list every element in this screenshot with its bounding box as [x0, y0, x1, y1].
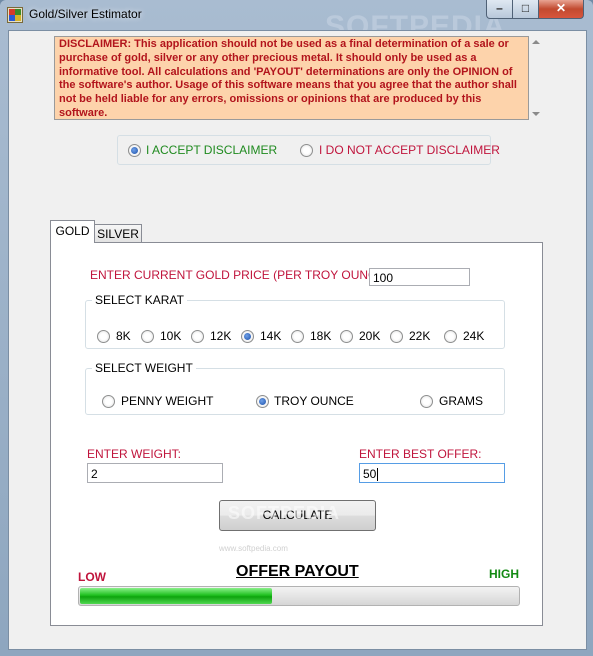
app-icon[interactable] — [7, 7, 23, 23]
gold-price-input[interactable]: 100 — [369, 268, 470, 286]
scroll-down-icon[interactable] — [532, 112, 540, 116]
weight-label: ENTER WEIGHT: — [87, 447, 182, 461]
offer-payout-title: OFFER PAYOUT — [236, 563, 359, 580]
gold-price-label: ENTER CURRENT GOLD PRICE (PER TROY OUNCE… — [90, 268, 393, 282]
karat-group: SELECT KARAT 8K 10K 12K 14K 18K 20K 22K … — [85, 293, 505, 349]
minimize-icon: – — [496, 1, 503, 15]
client-area: DISCLAIMER: This application should not … — [8, 30, 587, 650]
troy-ounce-radio[interactable] — [256, 395, 269, 408]
karat-10k-radio[interactable] — [141, 330, 154, 343]
payout-low-label: LOW — [78, 570, 106, 584]
accept-radio[interactable] — [128, 144, 141, 157]
karat-18k-label[interactable]: 18K — [310, 329, 331, 343]
decline-radio[interactable] — [300, 144, 313, 157]
weight-group: SELECT WEIGHT PENNY WEIGHT TROY OUNCE GR… — [85, 361, 505, 415]
grams-label[interactable]: GRAMS — [439, 394, 483, 408]
grams-radio[interactable] — [420, 395, 433, 408]
app-window: Gold/Silver Estimator SOFTPEDIA – □ ✕ DI… — [0, 0, 593, 656]
payout-progress-fill — [80, 588, 272, 604]
text-caret — [377, 468, 379, 482]
karat-18k-radio[interactable] — [291, 330, 304, 343]
penny-weight-label[interactable]: PENNY WEIGHT — [121, 394, 213, 408]
minimize-button[interactable]: – — [486, 0, 513, 19]
maximize-button[interactable]: □ — [512, 0, 539, 19]
karat-14k-radio[interactable] — [241, 330, 254, 343]
tab-silver[interactable]: SILVER — [94, 224, 142, 244]
disclaimer-scrollbar[interactable] — [529, 36, 544, 120]
karat-22k-radio[interactable] — [390, 330, 403, 343]
scroll-up-icon[interactable] — [532, 40, 540, 44]
karat-8k-radio[interactable] — [97, 330, 110, 343]
karat-22k-label[interactable]: 22K — [409, 329, 430, 343]
decline-label[interactable]: I DO NOT ACCEPT DISCLAIMER — [319, 143, 500, 157]
karat-24k-label[interactable]: 24K — [463, 329, 484, 343]
weight-input[interactable]: 2 — [87, 463, 223, 483]
payout-progress-bar — [78, 586, 520, 606]
tab-gold[interactable]: GOLD — [50, 220, 95, 243]
karat-14k-label[interactable]: 14K — [260, 329, 281, 343]
site-watermark: www.softpedia.com — [219, 544, 288, 553]
karat-group-title: SELECT KARAT — [92, 293, 187, 307]
karat-20k-radio[interactable] — [340, 330, 353, 343]
karat-20k-label[interactable]: 20K — [359, 329, 380, 343]
karat-8k-label[interactable]: 8K — [116, 329, 131, 343]
troy-ounce-label[interactable]: TROY OUNCE — [274, 394, 354, 408]
disclaimer-choice-group: I ACCEPT DISCLAIMER I DO NOT ACCEPT DISC… — [117, 135, 500, 165]
maximize-icon: □ — [521, 1, 530, 15]
window-title: Gold/Silver Estimator — [29, 7, 142, 21]
karat-12k-radio[interactable] — [191, 330, 204, 343]
accept-label[interactable]: I ACCEPT DISCLAIMER — [146, 143, 277, 157]
close-button[interactable]: ✕ — [538, 0, 584, 19]
penny-weight-radio[interactable] — [102, 395, 115, 408]
calculate-button[interactable]: CALCULATE SOFTPEDIA — [219, 500, 376, 531]
close-icon: ✕ — [555, 1, 567, 15]
calculate-watermark: SOFTPEDIA — [228, 503, 341, 523]
karat-10k-label[interactable]: 10K — [160, 329, 181, 343]
karat-12k-label[interactable]: 12K — [210, 329, 231, 343]
payout-high-label: HIGH — [489, 567, 519, 581]
gold-tab-panel: ENTER CURRENT GOLD PRICE (PER TROY OUNCE… — [50, 242, 543, 626]
karat-24k-radio[interactable] — [444, 330, 457, 343]
best-offer-label: ENTER BEST OFFER: — [359, 447, 482, 461]
title-bar[interactable]: Gold/Silver Estimator SOFTPEDIA – □ ✕ — [0, 0, 593, 43]
disclaimer-textbox[interactable]: DISCLAIMER: This application should not … — [54, 36, 529, 120]
weight-group-title: SELECT WEIGHT — [92, 361, 196, 375]
best-offer-input[interactable]: 50 — [359, 463, 505, 483]
